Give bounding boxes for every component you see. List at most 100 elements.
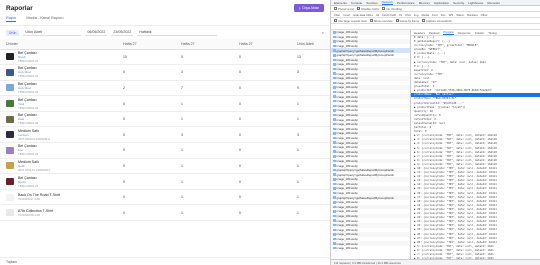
period-select[interactable]: Haftalık	[137, 29, 218, 36]
devtools-tab[interactable]: Console	[351, 1, 362, 5]
product-cell: Bel Çantası Haki TBSD-00001-05	[0, 111, 117, 128]
date-from-input[interactable]: 06/05/2022	[85, 29, 108, 36]
toolbar-item[interactable]: Preserve log	[334, 7, 354, 11]
file-icon	[333, 173, 336, 176]
file-icon	[333, 113, 336, 117]
devtools-panel: Elements Console Sources Network Performance…	[331, 0, 540, 265]
product-name: Bel Çantası	[18, 175, 37, 180]
devtools-tab[interactable]: Security	[453, 1, 464, 5]
product-info: Bel Çantası Yeşil TBSD-00001-04	[6, 98, 117, 110]
filter-chip[interactable]: Ürün	[6, 29, 20, 36]
checkbox[interactable]	[334, 19, 337, 23]
request-name: image_180.webp	[336, 232, 358, 237]
table-row[interactable]: Medium Satlı Gold 4007-0011-M-1/30003611 0 1…	[0, 158, 330, 175]
checkbox[interactable]	[357, 7, 361, 11]
tab-brand-channel[interactable]: Marka - Kanal Raporu	[26, 16, 63, 22]
table-row[interactable]: Bel Çantası Yeşil TBSD-00001-04 0 1 0 1	[0, 95, 330, 112]
filter-type[interactable]: All	[376, 13, 379, 17]
request-name: graphql?query=getSalesReportByGroupField…	[336, 48, 394, 53]
devtools-tab[interactable]: Sources	[366, 1, 377, 5]
filter-type[interactable]: Media	[421, 13, 429, 17]
product-info: Bel Çantası Siyah TBSD-00001-01	[6, 51, 117, 63]
value-cell: 1	[175, 158, 233, 175]
option-item[interactable]: Capture screenshots	[422, 19, 452, 23]
devtools-tab[interactable]: Recorder	[487, 1, 500, 5]
filter-type[interactable]: Doc	[441, 13, 446, 17]
table-row[interactable]: Bel Çantası Açık Mavi TBSD-00001-03 2 7 0 9	[0, 80, 330, 97]
toolbar-item[interactable]: Disable cache	[357, 7, 379, 11]
filter-type[interactable]: Fetch/XHR	[382, 13, 396, 17]
value-cell: 0	[233, 80, 291, 97]
checkbox[interactable]	[422, 19, 426, 23]
file-icon	[333, 132, 336, 135]
value-cell: 0	[233, 189, 291, 206]
table-row[interactable]: Bel Çantası Bordo TBSD-00001-07 0 1 0 1	[0, 173, 330, 190]
request-name: image_180.webp	[336, 241, 358, 246]
table-row[interactable]: Bel Çantası Haki TBSD-00001-05 0 1 0 1	[0, 111, 330, 128]
devtools-tab[interactable]: Network	[381, 0, 393, 5]
request-detail: Headers Payload Preview Response Initiator Ti…	[411, 30, 540, 265]
option-item[interactable]: Group by frame	[395, 18, 420, 23]
detail-tab[interactable]: Payload	[429, 31, 439, 35]
devtools-tab[interactable]: Elements	[334, 1, 347, 5]
filter-type[interactable]: Invert	[343, 13, 350, 17]
product-thumbnail	[6, 115, 14, 123]
value-cell: 1	[175, 111, 233, 128]
option-item[interactable]: Show overview	[369, 19, 393, 23]
devtools-tab[interactable]: Application	[434, 1, 449, 5]
value-cell: 1	[291, 189, 330, 206]
detail-tab[interactable]: Headers	[414, 31, 425, 35]
detail-tab[interactable]: Initiator	[475, 31, 484, 35]
table-row[interactable]: 87th Collection T-Shirt 7201005318-1/00 0 1…	[0, 204, 330, 222]
filter-type[interactable]: Hide data URLs	[353, 13, 373, 17]
table-row[interactable]: Bel Çantası Lila TBSD-00001-06 0 1 0 1	[0, 142, 330, 159]
value-cell: 1	[291, 158, 330, 175]
filter-type[interactable]: Img	[414, 13, 419, 17]
value-cell: 1	[291, 142, 330, 159]
col-quantity[interactable]: Ürün Adeti	[291, 39, 330, 50]
detail-tab[interactable]: Preview	[443, 30, 454, 35]
col-week-1[interactable]: Hafta 27	[117, 39, 175, 50]
filter-type[interactable]: JS	[399, 13, 402, 17]
request-name: image_180.webp	[336, 94, 358, 99]
file-icon	[333, 164, 336, 167]
detail-tab[interactable]: Response	[458, 31, 471, 35]
request-name: image_180.webp	[336, 99, 358, 104]
metric-select[interactable]: Ürün Adeti	[23, 29, 82, 36]
col-week-3[interactable]: Hafta 27	[233, 39, 291, 50]
table-row[interactable]: Bel Çantası Siyah TBSD-00001-01 10 0 0 13	[0, 49, 330, 66]
devtools-tab[interactable]: Memory	[419, 1, 430, 5]
devtools-tab[interactable]: Lighthouse	[468, 1, 483, 5]
filter-type[interactable]: Wasm	[456, 13, 464, 17]
product-text: Medium Satlı Gold 4007-0011-M-1/30003611	[18, 160, 50, 172]
tab-rapor[interactable]: Rapor	[6, 16, 17, 22]
table-row[interactable]: Back On The Road T-Shirt 7201005317-1/00 0…	[0, 189, 330, 206]
checkbox[interactable]	[382, 7, 386, 11]
table-row[interactable]: Bel Çantası Açık Mavi TBSD-00001-02 0 3 0 3	[0, 64, 330, 81]
export-button[interactable]: ⤓ Dışa Aktar	[293, 4, 324, 12]
filter-type[interactable]: Filter	[334, 13, 340, 17]
devtools-tab[interactable]: Performance	[397, 1, 415, 5]
toolbar-item[interactable]: No throttling	[382, 7, 402, 11]
checkbox[interactable]	[334, 7, 337, 11]
filter-type[interactable]: Font	[432, 13, 438, 17]
filter-type[interactable]: Other	[481, 13, 488, 17]
date-to-input[interactable]: 23/05/2022	[111, 29, 134, 36]
filter-type[interactable]: CSS	[405, 13, 411, 17]
table-row[interactable]: Medium Satlı Lacivert 4007-0000-M-1/300036…	[0, 126, 330, 144]
option-item[interactable]: Use large request rows	[334, 19, 367, 23]
file-icon	[333, 86, 336, 89]
search-icon[interactable]: ⌕	[322, 30, 324, 35]
filter-type[interactable]: WS	[449, 13, 454, 17]
col-products[interactable]: Ürünler	[0, 39, 117, 50]
product-text: Bel Çantası Siyah TBSD-00001-01	[18, 51, 38, 63]
value-cell: 1	[291, 111, 330, 128]
filter-type[interactable]: Manifest	[467, 13, 478, 17]
checkbox[interactable]	[395, 19, 399, 23]
detail-tab[interactable]: Timing	[488, 31, 497, 35]
option-label: Group by frame	[399, 18, 420, 23]
checkbox[interactable]	[369, 19, 373, 23]
request-row[interactable]: image_180.webp	[331, 246, 410, 251]
col-week-2[interactable]: Hafta 27	[175, 39, 233, 50]
product-text: 87th Collection T-Shirt 7201005318-1/00	[18, 209, 53, 217]
